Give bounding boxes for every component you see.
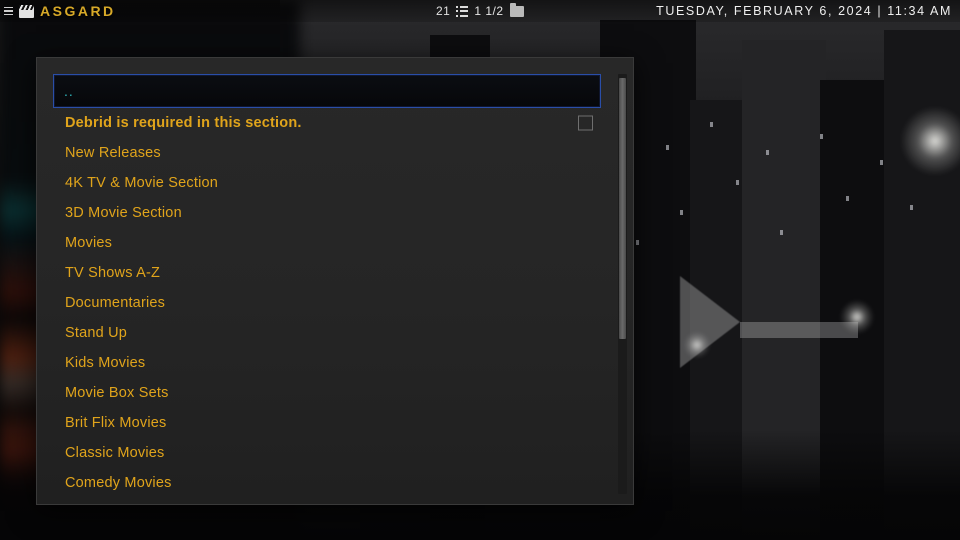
list-item[interactable]: Brit Flix Movies — [37, 408, 617, 438]
list-item-label: TV Shows A-Z — [65, 265, 161, 281]
list-item-label: Comedy Movies — [65, 475, 172, 491]
list-item-label: Debrid is required in this section. — [65, 115, 302, 131]
hamburger-icon[interactable] — [4, 5, 13, 18]
list-item-label: Movies — [65, 235, 113, 251]
list-item-label: Kids Movies — [65, 355, 146, 371]
list-item-label: Stand Up — [65, 325, 128, 341]
topbar-right-group: TUESDAY, FEBRUARY 6, 2024 | 11:34 AM — [656, 4, 952, 18]
list-item-label: Documentaries — [65, 295, 166, 311]
list-item-label: Classic Movies — [65, 445, 165, 461]
list-item[interactable]: Comedy Movies — [37, 468, 617, 498]
item-count: 21 — [436, 4, 451, 18]
list-item-label: Movie Box Sets — [65, 385, 169, 401]
list-item[interactable]: New Releases — [37, 138, 617, 168]
list-scrollbar-track[interactable] — [618, 74, 627, 494]
kodi-screen: DL ASGARD 21 1 1/2 TUESDAY, FEBRUARY 6, … — [0, 0, 960, 540]
list-item-checkbox[interactable] — [578, 115, 593, 131]
list-item[interactable]: Documentaries — [37, 288, 617, 318]
list-item[interactable]: Movie Box Sets — [37, 378, 617, 408]
list-item[interactable]: 3D Movie Section — [37, 198, 617, 228]
list-view-icon[interactable] — [456, 3, 469, 19]
list-item[interactable]: Kids Movies — [37, 348, 617, 378]
list-item-label: Brit Flix Movies — [65, 415, 167, 431]
directory-list: .. Debrid is required in this section. New… — [37, 74, 617, 498]
clapperboard-icon — [19, 4, 34, 18]
folder-icon — [509, 2, 524, 17]
list-item[interactable]: Stand Up — [37, 318, 617, 348]
directory-dialog: .. Debrid is required in this section. New… — [36, 57, 634, 505]
datetime-label: TUESDAY, FEBRUARY 6, 2024 | 11:34 AM — [656, 4, 952, 18]
list-item[interactable]: 4K TV & Movie Section — [37, 168, 617, 198]
topbar-center-group: 21 1 1/2 — [436, 2, 524, 19]
list-item-label: 4K TV & Movie Section — [65, 175, 219, 191]
list-item-label: 3D Movie Section — [65, 205, 182, 221]
list-scrollbar-thumb[interactable] — [619, 78, 626, 339]
list-item-label: New Releases — [65, 145, 161, 161]
dialog-inner: .. Debrid is required in this section. New… — [37, 58, 633, 504]
page-indicator: 1 1/2 — [474, 4, 504, 18]
list-item[interactable]: TV Shows A-Z — [37, 258, 617, 288]
list-item-label: .. — [64, 83, 74, 99]
list-item[interactable]: Classic Movies — [37, 438, 617, 468]
list-item-selected[interactable]: .. — [53, 74, 601, 108]
topbar-left-group: ASGARD — [0, 3, 116, 19]
list-item[interactable]: Debrid is required in this section. — [37, 108, 617, 138]
list-item[interactable]: Movies — [37, 228, 617, 258]
top-status-bar: ASGARD 21 1 1/2 TUESDAY, FEBRUARY 6, 202… — [0, 0, 960, 22]
app-name: ASGARD — [40, 3, 116, 19]
